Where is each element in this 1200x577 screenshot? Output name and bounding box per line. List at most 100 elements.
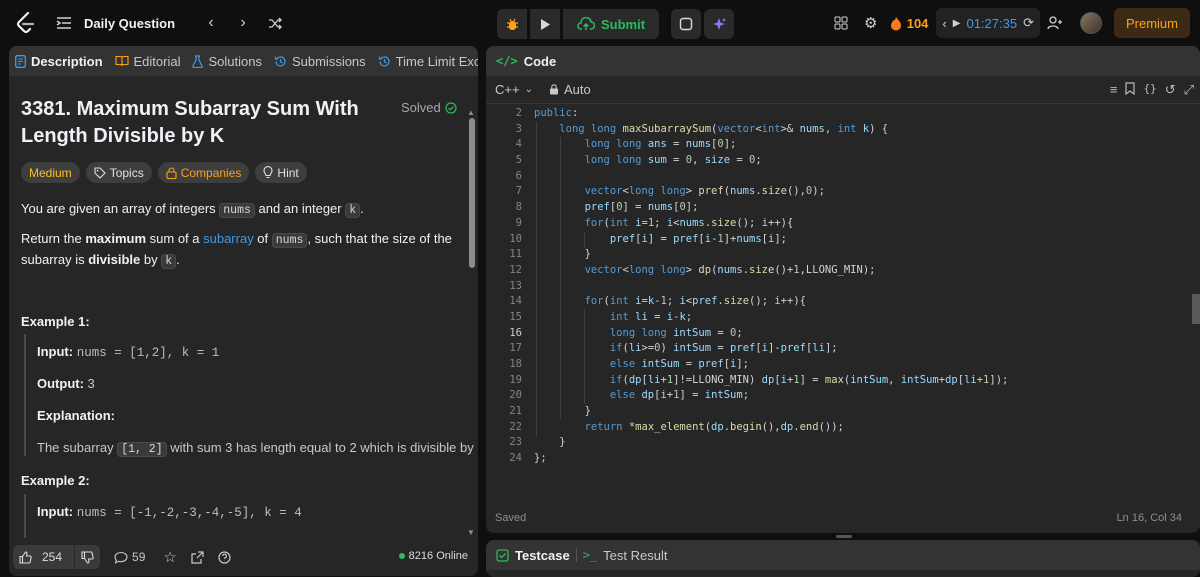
next-question-button[interactable]: › bbox=[229, 9, 257, 37]
code-scrollbar[interactable] bbox=[1192, 294, 1200, 324]
flask-icon bbox=[192, 54, 204, 68]
line-number: 3 bbox=[515, 122, 522, 135]
line-number: 21 bbox=[509, 405, 522, 418]
line-number: 4 bbox=[515, 138, 522, 151]
dislike-button[interactable] bbox=[75, 545, 101, 569]
book-icon bbox=[114, 55, 129, 67]
shuffle-icon[interactable] bbox=[261, 9, 289, 37]
scroll-up-arrow[interactable]: ▲ bbox=[467, 108, 475, 117]
line-number: 12 bbox=[509, 263, 522, 276]
problem-title[interactable]: 3381. Maximum Subarray Sum With Length D… bbox=[21, 96, 381, 150]
avatar[interactable] bbox=[1079, 12, 1102, 34]
timer-collapse-icon[interactable]: ‹ bbox=[942, 16, 946, 31]
ai-sparkle-icon[interactable] bbox=[704, 9, 735, 39]
favorite-star-icon[interactable]: ☆ bbox=[163, 548, 176, 566]
leetcode-logo[interactable] bbox=[14, 11, 38, 35]
tab-editorial[interactable]: Editorial bbox=[109, 46, 187, 76]
share-icon[interactable] bbox=[191, 550, 204, 564]
chevron-down-icon: ⌄ bbox=[524, 84, 533, 95]
tab-testcase[interactable]: Testcase bbox=[496, 548, 570, 563]
tag-icon bbox=[94, 166, 106, 179]
prev-question-button[interactable]: ‹ bbox=[197, 9, 225, 37]
subarray-link[interactable]: subarray bbox=[203, 231, 254, 246]
timer[interactable]: ‹ ▶ 01:27:35 ⟳ bbox=[936, 8, 1040, 38]
example-1-explanation-label: Explanation: bbox=[37, 408, 116, 423]
problem-statement-2: Return the maximum sum of a subarray of … bbox=[21, 231, 452, 269]
description-body: 3381. Maximum Subarray Sum With Length D… bbox=[9, 76, 478, 542]
difficulty-badge: Medium bbox=[21, 162, 80, 183]
daily-question-title[interactable]: Daily Question bbox=[84, 16, 175, 31]
line-number: 22 bbox=[509, 420, 522, 433]
checkbox-icon bbox=[496, 548, 509, 562]
history-icon bbox=[378, 55, 390, 67]
tab-submissions[interactable]: Submissions bbox=[268, 46, 372, 76]
description-footer: 254 59 ☆ 8216 Online bbox=[9, 538, 478, 576]
submit-button[interactable]: Submit bbox=[563, 9, 660, 39]
code-panel: </> Code C++ ⌄ Auto ≡ {} ↺ ⤢ 2 3 4 5 6 7 8 9 10 1… bbox=[486, 46, 1200, 533]
bookmark-icon[interactable] bbox=[1125, 82, 1136, 98]
panel-resize-handle[interactable] bbox=[836, 535, 852, 538]
check-circle-icon bbox=[445, 101, 457, 114]
comment-count: 59 bbox=[132, 550, 146, 564]
line-number: 5 bbox=[515, 154, 522, 167]
line-number: 11 bbox=[509, 248, 522, 261]
format-lines-icon[interactable]: ≡ bbox=[1110, 82, 1118, 98]
description-scrollbar[interactable] bbox=[469, 118, 475, 268]
line-number: 17 bbox=[509, 342, 522, 355]
companies-chip[interactable]: Companies bbox=[157, 162, 250, 183]
solved-badge: Solved bbox=[401, 100, 457, 115]
code-title: Code bbox=[523, 53, 557, 69]
streak-counter[interactable]: 104 bbox=[890, 16, 928, 31]
problem-tags: Medium Topics Companies Hint bbox=[21, 162, 307, 183]
line-number: 13 bbox=[509, 279, 522, 292]
line-number: 8 bbox=[515, 201, 522, 214]
code-brackets-icon: </> bbox=[496, 54, 518, 68]
terminal-icon: >_ bbox=[582, 548, 598, 562]
code-toolbar: C++ ⌄ Auto ≡ {} ↺ ⤢ bbox=[486, 76, 1200, 104]
line-number: 2 bbox=[515, 107, 522, 119]
language-select[interactable]: C++ ⌄ bbox=[495, 82, 533, 97]
tab-description[interactable]: Description bbox=[9, 46, 109, 76]
settings-gear-icon[interactable]: ⚙ bbox=[856, 8, 886, 38]
line-numbers: 2 3 4 5 6 7 8 9 10 11 12 13 14 15 16 17 18 19 20 21 22 23 24 bbox=[486, 106, 522, 467]
add-friend-icon[interactable] bbox=[1040, 8, 1070, 38]
code-editor[interactable]: public: long long maxSubarraySum(vector<… bbox=[534, 106, 1154, 467]
scroll-down-arrow[interactable]: ▼ bbox=[467, 528, 475, 537]
layout-grid-icon[interactable] bbox=[826, 8, 856, 38]
debug-icon[interactable] bbox=[497, 9, 527, 39]
example-1-output: Output: 3 bbox=[37, 376, 95, 391]
example-1-input: Input: nums = [1,2], k = 1 bbox=[37, 344, 220, 360]
topics-chip[interactable]: Topics bbox=[85, 162, 152, 183]
line-number: 15 bbox=[509, 310, 522, 323]
line-number: 10 bbox=[509, 232, 522, 245]
notes-icon[interactable] bbox=[671, 9, 702, 39]
line-number: 20 bbox=[509, 389, 522, 402]
hint-chip[interactable]: Hint bbox=[255, 162, 307, 183]
line-number: 6 bbox=[515, 169, 522, 182]
line-number: 9 bbox=[515, 216, 522, 229]
thumbs-down-icon bbox=[81, 550, 94, 564]
lock-icon bbox=[549, 84, 558, 95]
like-button[interactable]: 254 bbox=[13, 545, 76, 569]
braces-icon[interactable]: {} bbox=[1143, 82, 1156, 98]
line-number: 23 bbox=[509, 436, 522, 449]
example-1-explanation: The subarray [1, 2] with sum 3 has lengt… bbox=[37, 440, 478, 457]
run-button[interactable] bbox=[530, 9, 560, 39]
tab-time-limit-exceeded[interactable]: Time Limit Exce bbox=[372, 46, 478, 76]
reset-icon[interactable]: ↺ bbox=[1165, 82, 1176, 98]
code-status-bar: Saved Ln 16, Col 34 bbox=[486, 509, 1200, 533]
timer-play-icon[interactable]: ▶ bbox=[953, 18, 961, 29]
premium-button[interactable]: Premium bbox=[1113, 8, 1190, 38]
auto-mode[interactable]: Auto bbox=[549, 82, 591, 97]
problem-list-icon[interactable] bbox=[56, 16, 72, 30]
timer-reset-icon[interactable]: ⟳ bbox=[1023, 15, 1034, 31]
fullscreen-icon[interactable]: ⤢ bbox=[1184, 82, 1194, 98]
comments-button[interactable]: 59 bbox=[114, 550, 145, 564]
example-1-title: Example 1: bbox=[21, 314, 90, 329]
tab-test-result[interactable]: >_ Test Result bbox=[583, 548, 668, 563]
tab-solutions[interactable]: Solutions bbox=[186, 46, 267, 76]
help-icon[interactable] bbox=[218, 550, 231, 564]
line-number: 14 bbox=[509, 295, 522, 308]
saved-status: Saved bbox=[495, 512, 527, 524]
fire-icon bbox=[890, 16, 901, 30]
